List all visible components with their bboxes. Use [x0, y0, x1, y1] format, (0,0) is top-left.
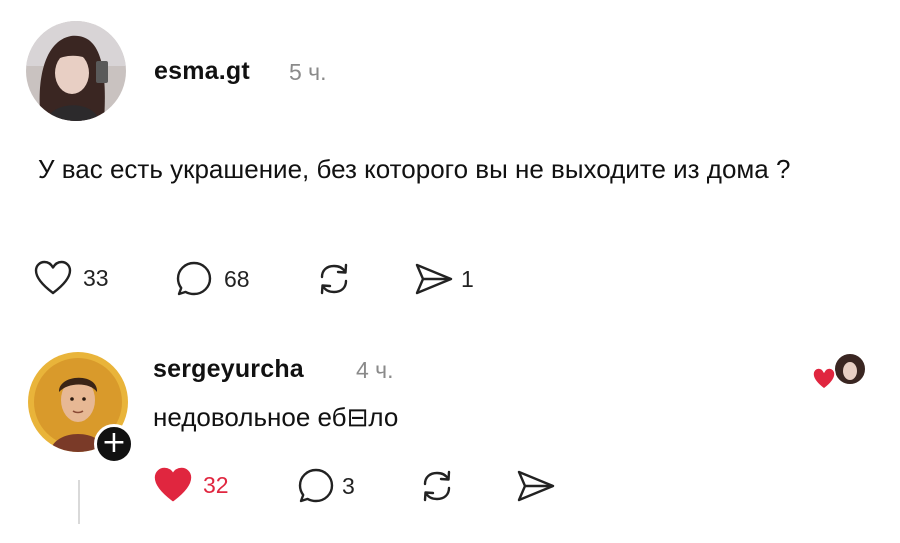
reply-like-count: 32	[203, 471, 229, 498]
follow-plus-button[interactable]: +	[94, 424, 134, 464]
reply-comment-button[interactable]: 3	[296, 466, 355, 506]
heart-icon	[154, 467, 192, 502]
post-comment-button[interactable]: 68	[174, 259, 250, 299]
reply-text: недовольное еб⊟ло	[153, 402, 399, 432]
post-avatar[interactable]	[26, 21, 126, 121]
reply-repost-button[interactable]	[417, 467, 457, 505]
comment-icon	[298, 468, 334, 503]
reply-share-button[interactable]	[515, 467, 557, 505]
heart-icon	[34, 260, 72, 295]
post-share-button[interactable]: 1	[413, 260, 474, 298]
reply-username[interactable]: sergeyurcha	[153, 355, 304, 384]
post-comment-count: 68	[224, 265, 250, 292]
send-icon	[517, 470, 555, 502]
post-repost-button[interactable]	[314, 260, 354, 298]
thread-line	[78, 480, 80, 524]
repost-icon	[423, 470, 451, 502]
comment-icon	[176, 261, 212, 296]
send-icon	[415, 263, 453, 295]
heart-icon	[812, 367, 836, 390]
post-share-count: 1	[461, 265, 474, 292]
plus-icon: +	[101, 425, 127, 460]
post-like-count: 33	[83, 264, 109, 291]
post-text: У вас есть украшение, без которого вы не…	[38, 154, 791, 184]
author-liked-indicator	[812, 352, 872, 392]
reply-comment-count: 3	[342, 472, 355, 499]
reply-timestamp: 4 ч.	[356, 357, 394, 383]
repost-icon	[320, 263, 348, 295]
post-username[interactable]: esma.gt	[154, 57, 250, 86]
post-like-button[interactable]: 33	[33, 259, 109, 297]
post-timestamp: 5 ч.	[289, 59, 327, 85]
reply-like-button[interactable]: 32	[153, 466, 229, 504]
